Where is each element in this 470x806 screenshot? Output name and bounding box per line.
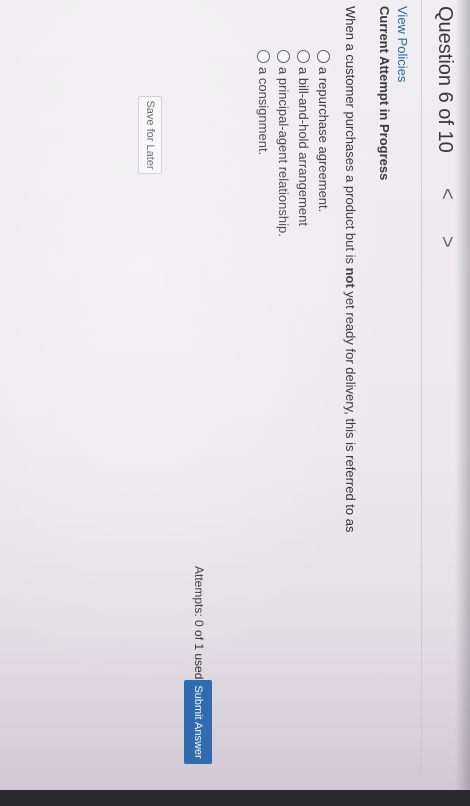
answer-option-label: a principal-agent relationship. [276,67,292,237]
answer-option[interactable]: a bill-and-hold arrangement [294,50,314,237]
answer-option-label: a repurchase agreement. [316,67,332,213]
question-text: When a customer purchases a product but … [343,6,358,533]
quiz-page: Question 6 of 10 < > View Policies Curre… [0,0,470,790]
attempts-counter: Attempts: 0 of 1 used [192,566,206,680]
radio-button-icon[interactable] [297,50,311,63]
answer-option[interactable]: a principal-agent relationship. [274,50,294,237]
save-for-later-button[interactable]: Save for Later [138,96,162,174]
radio-button-icon[interactable] [277,50,291,63]
answer-option[interactable]: a consignment. [254,50,274,237]
view-policies-link[interactable]: View Policies [395,6,410,82]
answer-option[interactable]: a repurchase agreement. [314,50,334,237]
answer-option-label: a bill-and-hold arrangement [296,67,312,226]
radio-button-icon[interactable] [317,50,331,63]
answer-option-label: a consignment. [256,67,272,156]
question-text-start: When a customer purchases a product but … [343,6,358,268]
screen-bezel-shadow [455,0,470,790]
attempt-status-heading: Current Attempt in Progress [377,6,392,181]
answer-options: a repurchase agreement. a bill-and-hold … [254,50,334,237]
header-divider [421,0,422,780]
question-text-end: yet ready for delivery, this is referred… [343,287,358,533]
photo-frame: Question 6 of 10 < > View Policies Curre… [0,0,470,806]
screen-bezel [0,790,470,806]
question-text-emphasis: not [343,267,358,288]
submit-answer-button[interactable]: Submit Answer [184,680,212,764]
radio-button-icon[interactable] [257,50,271,63]
question-counter: Question 6 of 10 [434,6,456,153]
